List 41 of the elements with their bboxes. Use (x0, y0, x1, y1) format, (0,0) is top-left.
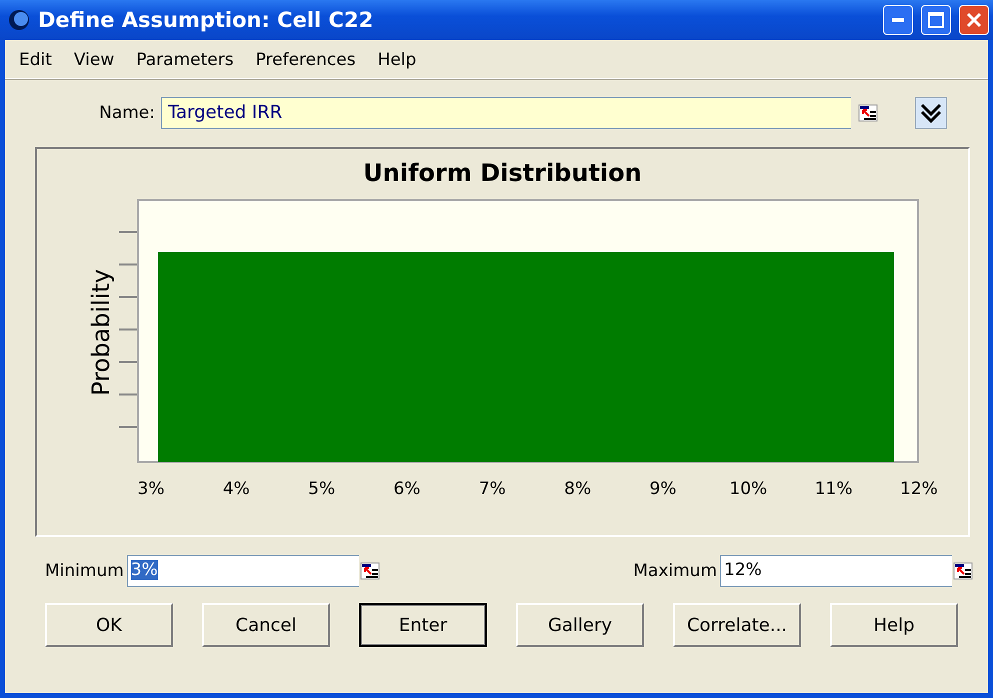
y-axis-label: Probability (87, 268, 115, 396)
minimize-icon (892, 18, 904, 22)
field-label: Minimum (45, 561, 124, 581)
x-tick-label: 5% (307, 478, 336, 501)
dialog-button[interactable]: OK (45, 603, 173, 647)
field-label: Maximum (633, 561, 717, 581)
menu-item[interactable]: Help (368, 48, 428, 72)
x-tick-label: 9% (648, 478, 678, 501)
x-tick-label: 10% (728, 478, 768, 501)
app-logo-icon (8, 9, 30, 31)
cell-reference-icon[interactable] (952, 561, 974, 581)
maximize-button[interactable] (921, 5, 951, 35)
maximize-icon (928, 12, 944, 28)
chart-title: Uniform Distribution (363, 159, 642, 189)
x-tick-label: 8% (563, 478, 592, 501)
close-button[interactable] (959, 5, 989, 35)
menu-item[interactable]: Parameters (126, 48, 246, 72)
window-title: Define Assumption: Cell C22 (38, 8, 374, 32)
x-tick-label: 6% (392, 478, 422, 501)
cell-reference-icon[interactable] (857, 103, 879, 123)
dialog-button[interactable]: Gallery (516, 603, 644, 647)
dialog-button[interactable]: Correlate... (673, 603, 801, 647)
close-icon (966, 12, 982, 28)
dialog-button[interactable]: Enter (359, 603, 487, 647)
value-field[interactable]: 12% (720, 555, 952, 587)
x-tick-label: 11% (814, 478, 854, 501)
dialog-button[interactable]: Help (830, 603, 958, 647)
name-label: Name: (98, 103, 155, 123)
menu-item[interactable]: View (64, 48, 126, 72)
menu-item[interactable]: Edit (9, 48, 64, 72)
double-chevron-icon[interactable] (915, 97, 947, 129)
value-field[interactable]: 3% (126, 555, 359, 587)
x-tick-label: 4% (222, 478, 251, 501)
x-tick-label: 3% (136, 478, 166, 501)
x-tick-label: 7% (478, 478, 507, 501)
minimize-button[interactable] (883, 5, 913, 35)
x-tick-label: 12% (899, 478, 939, 501)
name-field[interactable]: Targeted IRR (161, 97, 851, 129)
dialog-button[interactable]: Cancel (202, 603, 330, 647)
menu-item[interactable]: Preferences (246, 48, 368, 72)
cell-reference-icon[interactable] (358, 561, 381, 581)
